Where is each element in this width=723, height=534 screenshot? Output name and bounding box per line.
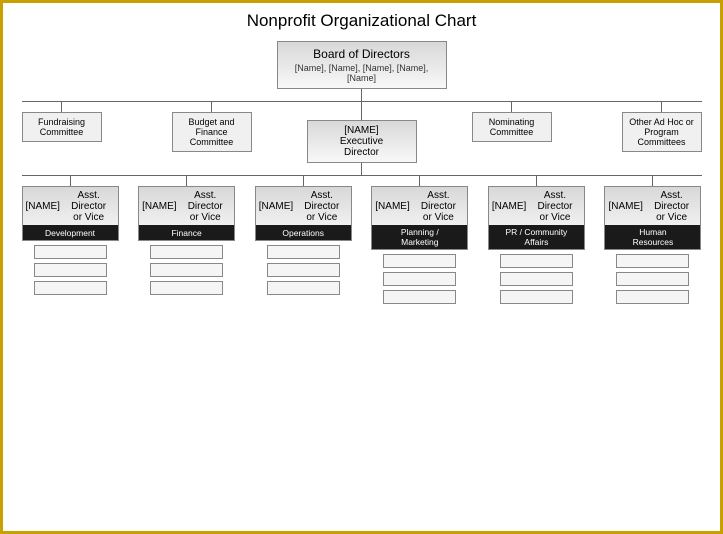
dir-col-2: [NAME] Asst. Director or Vice Operations xyxy=(255,176,352,295)
chart-container: Nonprofit Organizational Chart Board of … xyxy=(3,3,720,531)
dir-top-1: [NAME] Asst. Director or Vice xyxy=(138,186,235,225)
v-line-to-exec xyxy=(361,102,362,120)
dir-box-0: [NAME] Asst. Director or Vice Developmen… xyxy=(22,186,119,241)
sub-boxes-5 xyxy=(616,252,689,304)
sub-box-1-0 xyxy=(150,245,223,259)
committee-box-3: Other Ad Hoc or Program Committees xyxy=(622,112,702,152)
dir-box-3: [NAME] Asst. Director or Vice Planning /… xyxy=(371,186,468,250)
committee-slot-1: Budget and Finance Committee xyxy=(172,102,252,156)
committee-box-2: Nominating Committee xyxy=(472,112,552,142)
sub-box-5-2 xyxy=(616,290,689,304)
committee-box-1: Budget and Finance Committee xyxy=(172,112,252,152)
dir-col-5: [NAME] Asst. Director or Vice Human Reso… xyxy=(604,176,701,304)
committee-slot-3: Other Ad Hoc or Program Committees xyxy=(622,102,702,156)
sub-box-2-2 xyxy=(267,281,340,295)
dir-top-5: [NAME] Asst. Director or Vice xyxy=(604,186,701,225)
dir-top-0: [NAME] Asst. Director or Vice xyxy=(22,186,119,225)
committee-box-0: Fundraising Committee xyxy=(22,112,102,142)
sub-box-1-1 xyxy=(150,263,223,277)
board-box: Board of Directors [Name], [Name], [Name… xyxy=(277,41,447,89)
dir-top-3: [NAME] Asst. Director or Vice xyxy=(371,186,468,225)
full-chart: Board of Directors [Name], [Name], [Name… xyxy=(7,41,717,304)
v-line-board xyxy=(361,89,362,101)
dir-top-2: [NAME] Asst. Director or Vice xyxy=(255,186,352,225)
sub-box-3-0 xyxy=(383,254,456,268)
exec-title: Executive Director xyxy=(314,136,410,158)
sub-boxes-2 xyxy=(267,243,340,295)
directors-row: [NAME] Asst. Director or Vice Developmen… xyxy=(22,176,702,304)
committee-slot-0: Fundraising Committee xyxy=(22,102,102,156)
sub-box-3-2 xyxy=(383,290,456,304)
board-title: Board of Directors xyxy=(286,47,438,61)
exec-box: [NAME] Executive Director xyxy=(307,120,417,163)
sub-box-0-2 xyxy=(34,281,107,295)
dir-box-2: [NAME] Asst. Director or Vice Operations xyxy=(255,186,352,241)
sub-box-4-1 xyxy=(500,272,573,286)
sub-box-4-0 xyxy=(500,254,573,268)
sub-boxes-3 xyxy=(383,252,456,304)
sub-box-3-1 xyxy=(383,272,456,286)
dir-col-3: [NAME] Asst. Director or Vice Planning /… xyxy=(371,176,468,304)
sub-box-0-0 xyxy=(34,245,107,259)
dir-box-5: [NAME] Asst. Director or Vice Human Reso… xyxy=(604,186,701,250)
exec-name: [NAME] xyxy=(314,125,410,136)
dir-box-1: [NAME] Asst. Director or Vice Finance xyxy=(138,186,235,241)
dir-dept-0: Development xyxy=(22,225,119,241)
dir-col-1: [NAME] Asst. Director or Vice Finance xyxy=(138,176,235,295)
dir-dept-5: Human Resources xyxy=(604,225,701,250)
sub-box-2-1 xyxy=(267,263,340,277)
sub-boxes-4 xyxy=(500,252,573,304)
committee-slot-2: Nominating Committee xyxy=(472,102,552,156)
dir-col-4: [NAME] Asst. Director or Vice PR / Commu… xyxy=(488,176,585,304)
sub-boxes-1 xyxy=(150,243,223,295)
board-names: [Name], [Name], [Name], [Name], [Name] xyxy=(286,63,438,83)
dir-col-0: [NAME] Asst. Director or Vice Developmen… xyxy=(22,176,119,295)
sub-boxes-0 xyxy=(34,243,107,295)
sub-box-1-2 xyxy=(150,281,223,295)
sub-box-0-1 xyxy=(34,263,107,277)
sub-box-5-0 xyxy=(616,254,689,268)
dir-dept-4: PR / Community Affairs xyxy=(488,225,585,250)
dir-dept-1: Finance xyxy=(138,225,235,241)
v-line-exec-to-dirs xyxy=(361,163,362,175)
h-line-committees xyxy=(22,101,702,102)
dir-dept-2: Operations xyxy=(255,225,352,241)
sub-box-5-1 xyxy=(616,272,689,286)
dir-top-4: [NAME] Asst. Director or Vice xyxy=(488,186,585,225)
dir-dept-3: Planning / Marketing xyxy=(371,225,468,250)
dir-box-4: [NAME] Asst. Director or Vice PR / Commu… xyxy=(488,186,585,250)
sub-box-2-0 xyxy=(267,245,340,259)
chart-title: Nonprofit Organizational Chart xyxy=(247,11,477,31)
sub-box-4-2 xyxy=(500,290,573,304)
